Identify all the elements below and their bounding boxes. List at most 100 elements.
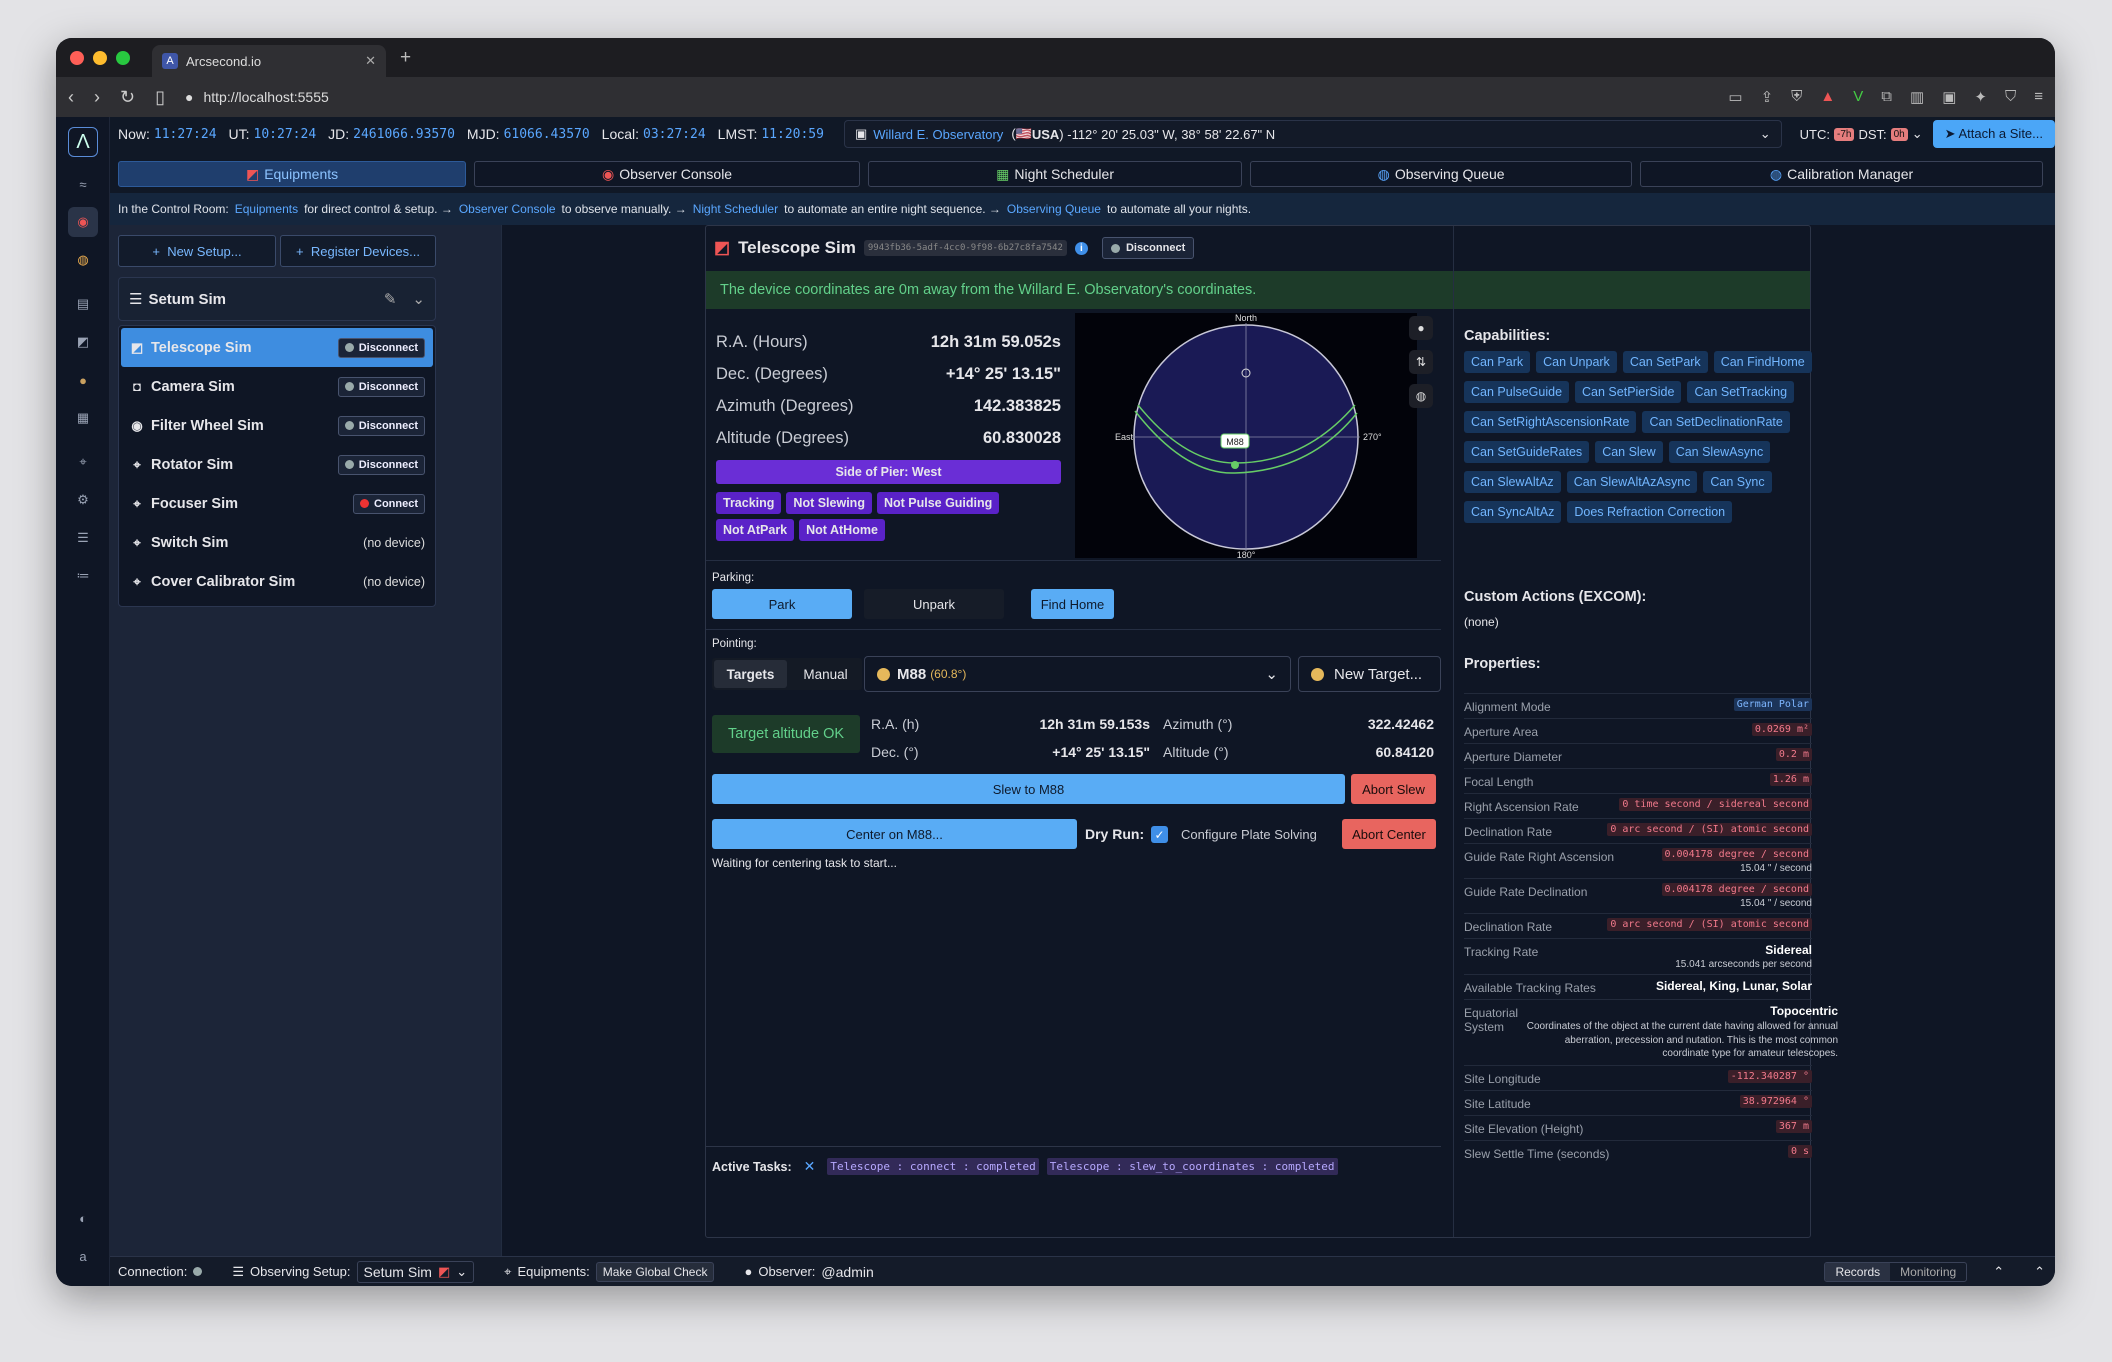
close-window-button[interactable] bbox=[70, 50, 84, 65]
hint-link-observer-console[interactable]: Observer Console bbox=[459, 202, 556, 216]
bookmark-icon[interactable]: ▯ bbox=[155, 87, 165, 108]
tab-equipments[interactable]: ◩ Equipments bbox=[118, 161, 467, 187]
slew-button[interactable]: Slew to M88 bbox=[712, 774, 1345, 804]
device-item-camera[interactable]: ◘ Camera Sim Disconnect bbox=[121, 367, 433, 406]
global-check-button[interactable]: Make Global Check bbox=[595, 1261, 715, 1282]
device-item-rotator[interactable]: ⌖ Rotator Sim Disconnect bbox=[121, 445, 433, 484]
device-item-telescope[interactable]: ◩ Telescope Sim Disconnect bbox=[121, 328, 433, 367]
chevron-up-icon[interactable]: ⌃ bbox=[1993, 1264, 2004, 1280]
hint-link-observing-queue[interactable]: Observing Queue bbox=[1007, 202, 1101, 216]
swap-icon[interactable]: ⇅ bbox=[1409, 350, 1433, 374]
chevron-down-icon[interactable]: ⌄ bbox=[412, 290, 425, 308]
observing-setup-select[interactable]: Setum Sim ◩ ⌄ bbox=[356, 1260, 475, 1283]
disconnect-button[interactable]: Disconnect bbox=[337, 376, 425, 397]
binoculars-icon[interactable]: ⌖ bbox=[68, 447, 98, 477]
control-room-icon[interactable]: ◉ bbox=[68, 207, 98, 237]
close-tab-icon[interactable]: ✕ bbox=[365, 53, 376, 69]
scheduler-icon[interactable]: ▦ bbox=[68, 403, 98, 433]
forward-icon[interactable]: › bbox=[94, 87, 100, 108]
new-setup-button[interactable]: + New Setup... bbox=[118, 235, 276, 267]
reload-icon[interactable]: ↻ bbox=[120, 87, 135, 108]
dry-run-checkbox[interactable]: ✓ bbox=[1151, 826, 1168, 843]
tab-observing-queue[interactable]: ◍ Observing Queue bbox=[1250, 161, 1633, 187]
target-alt-value: 60.84120 bbox=[1375, 744, 1434, 760]
telescope-icon[interactable]: ◩ bbox=[68, 327, 98, 357]
back-icon[interactable]: ‹ bbox=[68, 87, 74, 108]
abort-slew-button[interactable]: Abort Slew bbox=[1351, 774, 1436, 804]
configure-plate-solving-button[interactable]: Configure Plate Solving bbox=[1181, 827, 1317, 842]
disconnect-button[interactable]: Disconnect bbox=[337, 454, 425, 475]
disconnect-button[interactable]: Disconnect bbox=[337, 337, 425, 358]
sparkle-icon[interactable]: ✦ bbox=[1974, 88, 1987, 106]
device-item-cover-calibrator[interactable]: ⌖ Cover Calibrator Sim (no device) bbox=[121, 562, 433, 601]
alert-icon[interactable]: ▲ bbox=[1820, 88, 1835, 106]
zoom-window-button[interactable] bbox=[116, 50, 130, 65]
sky-map[interactable]: M88 North East 270° 180° bbox=[1075, 313, 1417, 560]
privacy-icon[interactable]: ⛉ bbox=[2005, 88, 2016, 106]
property-value-wrap: -112.340287 ° bbox=[1727, 1069, 1812, 1083]
device-item-filter-wheel[interactable]: ◉ Filter Wheel Sim Disconnect bbox=[121, 406, 433, 445]
abort-center-button[interactable]: Abort Center bbox=[1342, 819, 1436, 849]
sidebar-icon[interactable]: ▥ bbox=[1910, 88, 1924, 106]
records-tab[interactable]: Records bbox=[1825, 1262, 1891, 1281]
monitoring-tab[interactable]: Monitoring bbox=[1890, 1263, 1966, 1281]
account-icon[interactable]: a bbox=[68, 1241, 98, 1271]
target-icon[interactable]: ● bbox=[68, 365, 98, 395]
extensions-icon[interactable]: ⧉ bbox=[1881, 88, 1892, 106]
target-select[interactable]: M88 (60.8°) ⌄ bbox=[864, 656, 1291, 692]
collapse-icon[interactable]: ⌃ bbox=[2034, 1264, 2045, 1280]
center-button[interactable]: Center on M88... bbox=[712, 819, 1077, 849]
tab-targets[interactable]: Targets bbox=[714, 660, 787, 688]
record-icon[interactable]: ● bbox=[1409, 316, 1433, 340]
property-value-wrap: 0.0269 m² bbox=[1751, 723, 1812, 736]
list-icon[interactable]: ≔ bbox=[68, 561, 98, 591]
info-icon[interactable]: i bbox=[1074, 241, 1088, 255]
globe-icon[interactable]: ◍ bbox=[1409, 384, 1433, 408]
coord-value: +14° 25' 13.15" bbox=[945, 364, 1061, 383]
binoculars-icon: ⌖ bbox=[133, 534, 141, 550]
hint-link-equipments[interactable]: Equipments bbox=[235, 202, 298, 216]
shield-icon[interactable]: ⛨ bbox=[1791, 88, 1802, 106]
park-button[interactable]: Park bbox=[712, 589, 852, 619]
tab-observer-console[interactable]: ◉ Observer Console bbox=[474, 161, 861, 187]
site-info-icon[interactable]: ● bbox=[185, 89, 193, 105]
register-devices-button[interactable]: + Register Devices... bbox=[280, 235, 436, 267]
new-tab-icon[interactable]: + bbox=[400, 47, 411, 69]
tab-calibration-manager[interactable]: ◍ Calibration Manager bbox=[1640, 161, 2043, 187]
disconnect-button[interactable]: Disconnect bbox=[337, 415, 425, 436]
sliders-icon[interactable]: ☰ bbox=[68, 523, 98, 553]
tab-night-scheduler[interactable]: ▦ Night Scheduler bbox=[868, 161, 1243, 187]
clear-tasks-icon[interactable]: ✕ bbox=[804, 1158, 816, 1175]
find-home-button[interactable]: Find Home bbox=[1031, 589, 1114, 619]
minimize-window-button[interactable] bbox=[93, 50, 107, 65]
observatory-icon[interactable]: ≈ bbox=[68, 169, 98, 199]
hint-link-night-scheduler[interactable]: Night Scheduler bbox=[693, 202, 778, 216]
storage-icon[interactable]: ▤ bbox=[68, 289, 98, 319]
settings-icon[interactable]: ⚙ bbox=[68, 485, 98, 515]
browser-tab[interactable]: A Arcsecond.io ✕ bbox=[152, 45, 386, 77]
disconnect-button[interactable]: Disconnect bbox=[1101, 237, 1195, 259]
observer-label: Observer: bbox=[758, 1264, 816, 1279]
tab-manual[interactable]: Manual bbox=[789, 658, 862, 690]
data-icon[interactable]: ◍ bbox=[68, 245, 98, 275]
url-input[interactable]: http://localhost:5555 bbox=[203, 89, 328, 105]
theme-toggle-icon[interactable]: ◐ bbox=[68, 1203, 98, 1233]
wallet-icon[interactable]: ▣ bbox=[1942, 88, 1956, 106]
device-item-switch[interactable]: ⌖ Switch Sim (no device) bbox=[121, 523, 433, 562]
tab-label: Calibration Manager bbox=[1787, 166, 1914, 182]
attach-site-button[interactable]: ➤ Attach a Site... bbox=[1932, 120, 2055, 148]
unpark-button[interactable]: Unpark bbox=[864, 589, 1004, 619]
vpn-icon[interactable]: V bbox=[1853, 88, 1863, 106]
chevron-down-icon[interactable]: ⌄ bbox=[1912, 126, 1923, 142]
app-logo-icon[interactable]: Λ bbox=[68, 127, 98, 157]
new-target-button[interactable]: New Target... bbox=[1298, 656, 1441, 692]
edit-icon[interactable]: ✎ bbox=[384, 290, 397, 308]
device-item-focuser[interactable]: ⌖ Focuser Sim Connect bbox=[121, 484, 433, 523]
cast-icon[interactable]: ▭ bbox=[1728, 88, 1742, 106]
observatory-select[interactable]: ▣ Willard E. Observatory (🇺🇸 USA) -112° … bbox=[843, 120, 1782, 148]
menu-icon[interactable]: ≡ bbox=[2034, 88, 2043, 106]
connect-button[interactable]: Connect bbox=[353, 493, 425, 514]
setup-selector[interactable]: ☰ Setum Sim ✎ ⌄ bbox=[118, 277, 436, 321]
share-icon[interactable]: ⇪ bbox=[1761, 88, 1774, 106]
property-value: Topocentric bbox=[1770, 1004, 1839, 1018]
